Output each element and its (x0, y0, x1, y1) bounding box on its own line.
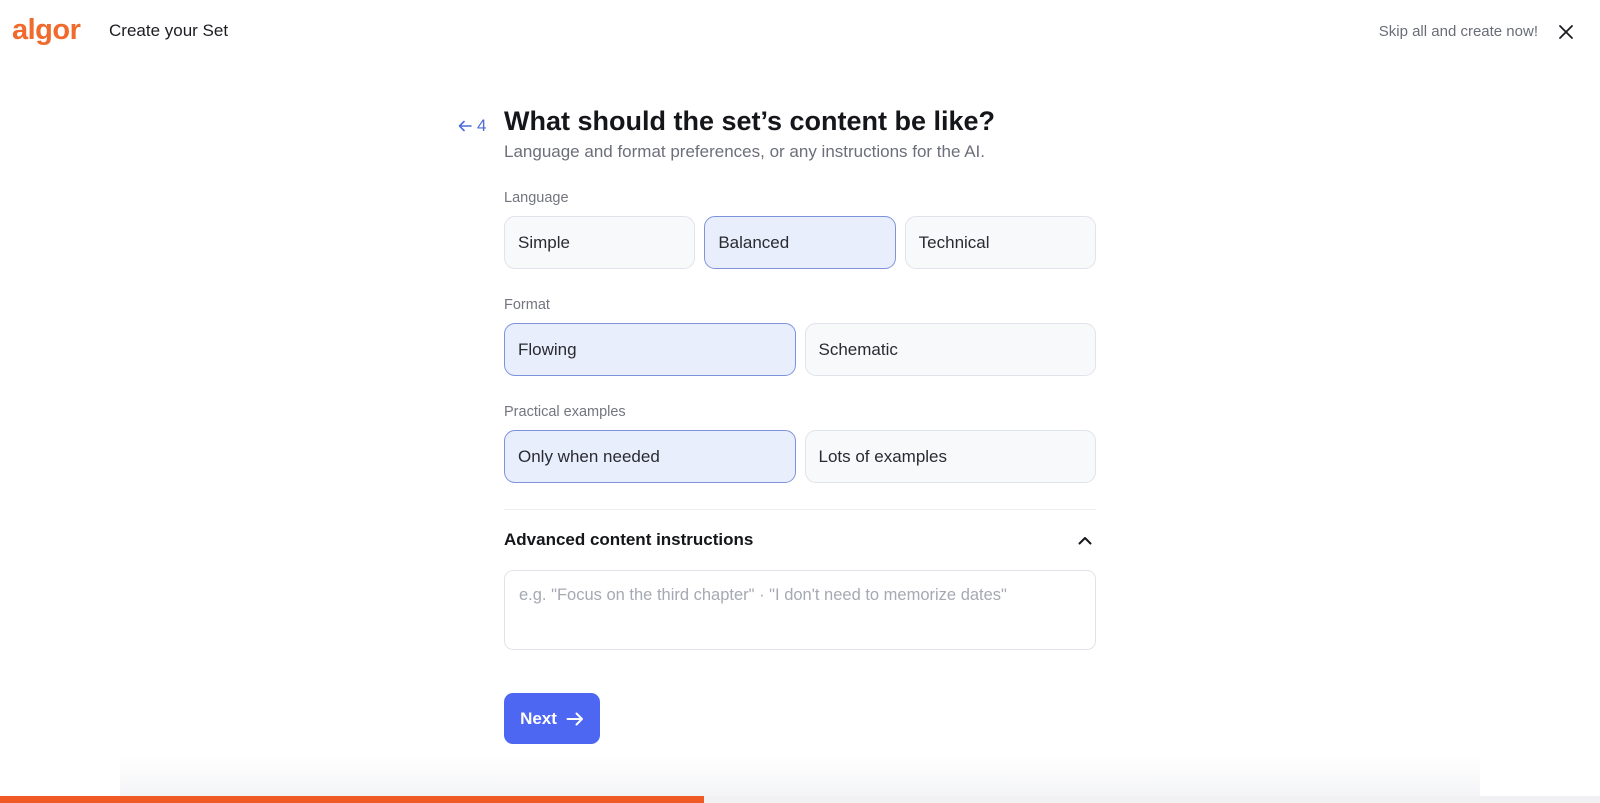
format-option-schematic[interactable]: Schematic (804, 323, 1096, 376)
step-number: 4 (477, 116, 487, 135)
bottom-shadow (120, 756, 1480, 796)
arrow-right-icon (566, 712, 583, 725)
format-label: Format (504, 297, 550, 313)
language-option-balanced[interactable]: Balanced (704, 216, 896, 269)
skip-all-link[interactable]: Skip all and create now! (1379, 23, 1538, 40)
advanced-instructions-input[interactable] (504, 570, 1096, 650)
divider (504, 509, 1096, 510)
advanced-instructions-label: Advanced content instructions (504, 530, 754, 549)
language-option-simple[interactable]: Simple (504, 216, 696, 269)
progress-bar-fill (0, 796, 704, 803)
step-content: 4 What should the set’s content be like?… (458, 104, 1096, 744)
examples-options: Only when needed Lots of examples (504, 430, 1096, 483)
step-title: What should the set’s content be like? (504, 106, 996, 136)
page-header-title: Create your Set (109, 21, 229, 40)
examples-option-lots[interactable]: Lots of examples (804, 430, 1096, 483)
chevron-up-icon (1078, 536, 1092, 544)
advanced-instructions-toggle[interactable]: Advanced content instructions (504, 530, 1096, 550)
format-options: Flowing Schematic (504, 323, 1096, 376)
language-option-technical[interactable]: Technical (904, 216, 1096, 269)
language-label: Language (504, 190, 569, 206)
close-button[interactable] (1554, 20, 1578, 44)
top-bar: algor Create your Set Skip all and creat… (0, 0, 1600, 64)
examples-option-only-when-needed[interactable]: Only when needed (504, 430, 796, 483)
back-button[interactable]: 4 (458, 116, 486, 136)
examples-label: Practical examples (504, 404, 626, 420)
next-button-label: Next (520, 708, 557, 728)
format-option-flowing[interactable]: Flowing (504, 323, 796, 376)
step-subtitle: Language and format preferences, or any … (504, 142, 986, 161)
language-options: Simple Balanced Technical (504, 216, 1096, 269)
progress-bar (0, 796, 1600, 803)
algor-logo[interactable]: algor (12, 14, 81, 47)
next-button[interactable]: Next (504, 693, 600, 744)
arrow-left-icon (458, 120, 472, 132)
close-icon (1559, 25, 1573, 39)
